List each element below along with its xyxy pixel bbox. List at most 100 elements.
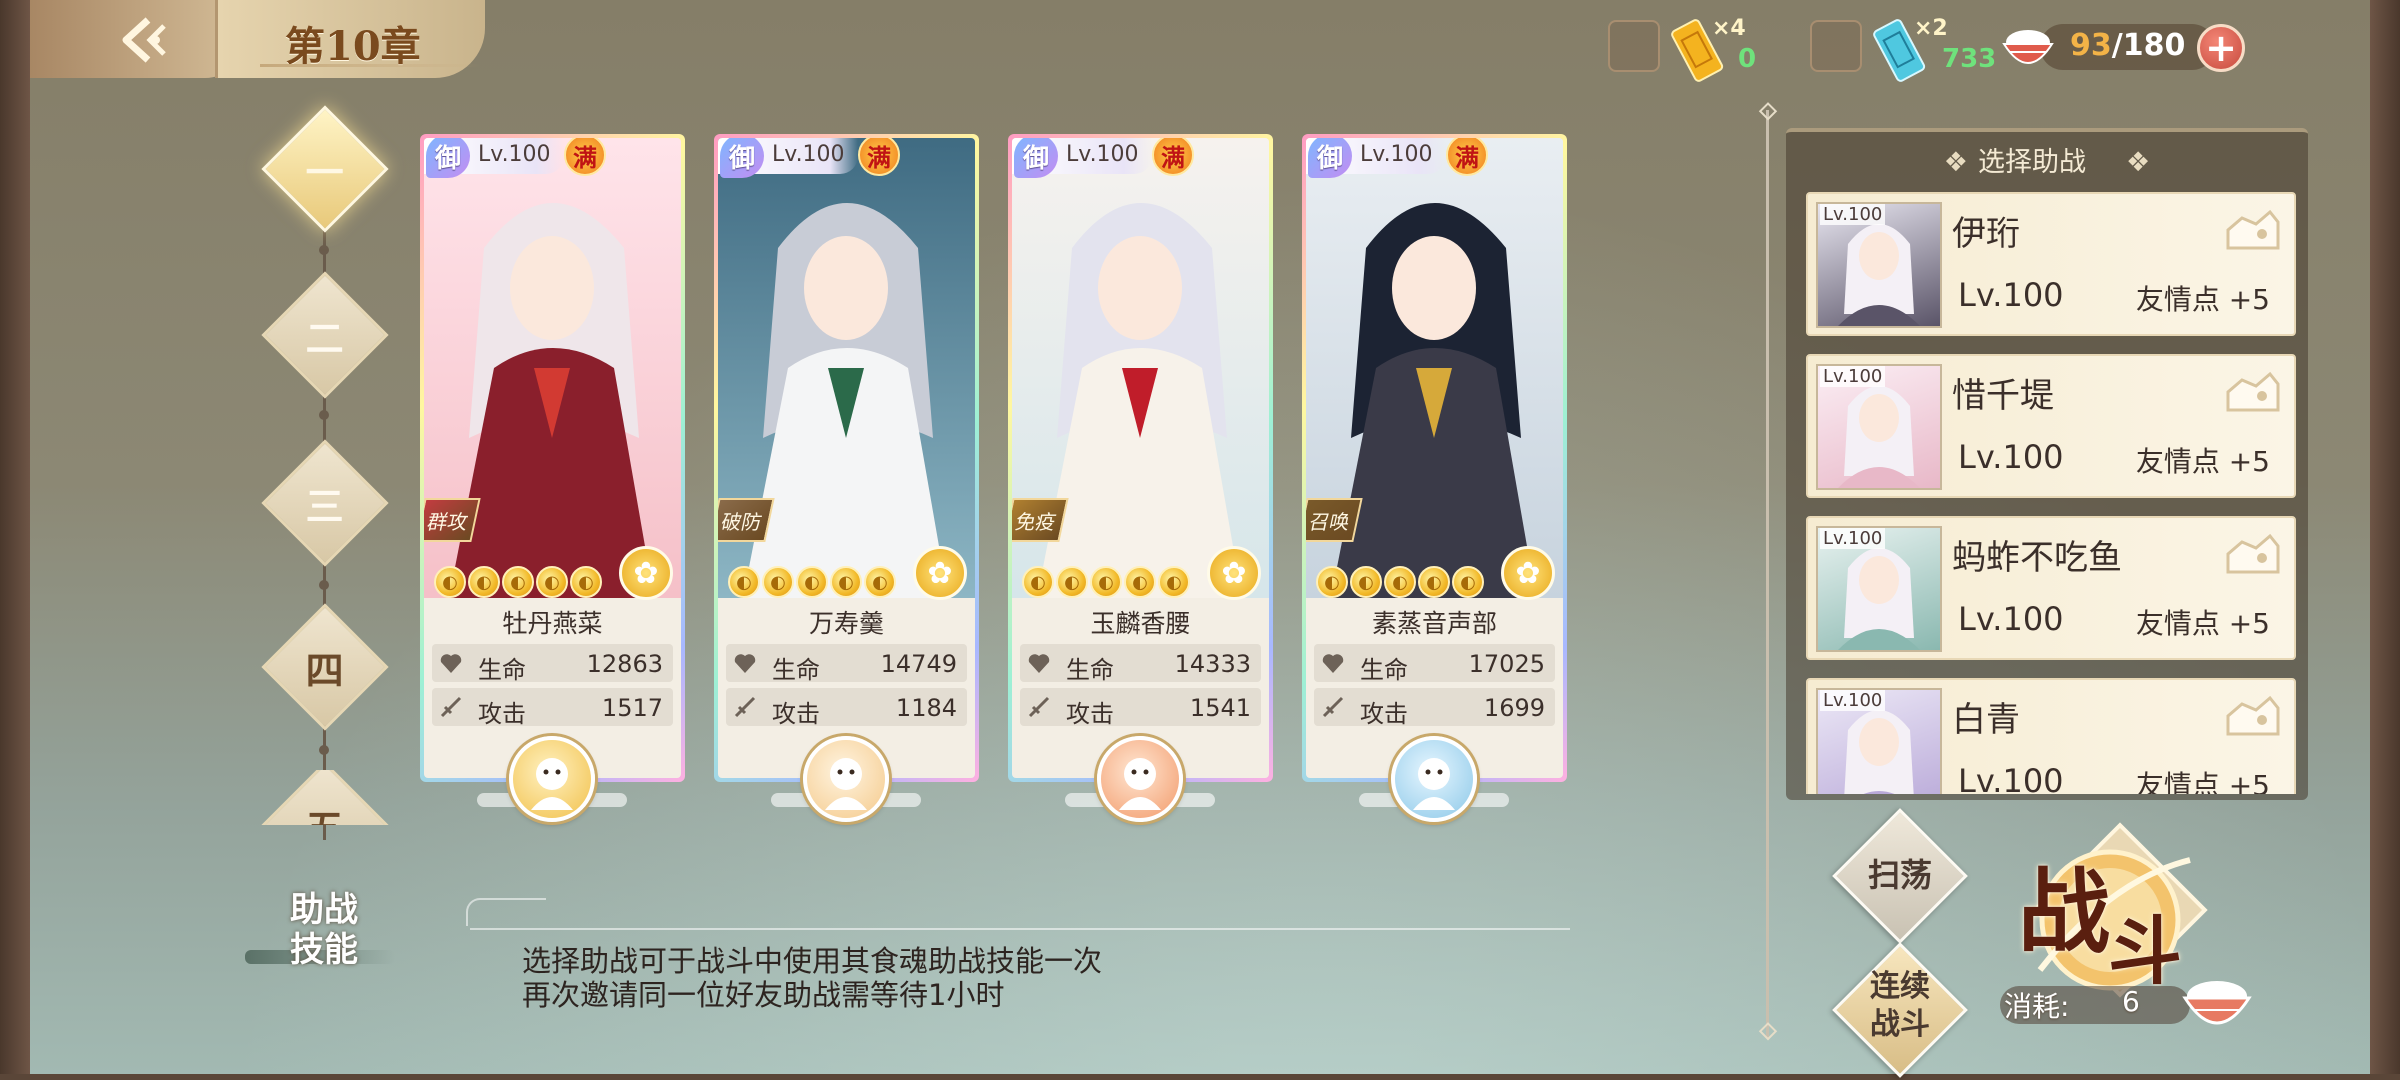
hp-row: 生命 14333 [1020,644,1261,684]
star-rating: ◐ ◐ ◐ ◐ ◐ [1022,566,1190,598]
friend-level: Lv.100 [1958,600,2064,638]
friend-card[interactable]: Lv.100 伊珩 Lv.100 友情点 +5 [1806,192,2296,336]
stamina-value: 93/180 [2070,28,2185,63]
atk-value: 1541 [1189,694,1251,722]
role-badge: 破防 [718,498,775,542]
back-button[interactable] [110,14,190,66]
blue-ticket-count: 733 [1942,44,1997,74]
star-icon: ◐ [762,566,794,598]
chapter-tab-label: 三 [305,483,345,529]
hp-row: 生命 12863 [432,644,673,684]
chapter-tab-5[interactable]: 五 [261,770,389,825]
card-body: 御 Lv.100 满免疫 ◐ ◐ ◐ ◐ ◐ ✿ 玉麟香腰 生命 14333 攻击 1541 [1012,138,1269,778]
atk-label: 攻击 [772,700,820,728]
flower-emblem-icon: ✿ [1501,546,1555,600]
add-friend-icon[interactable] [2220,204,2284,256]
assist-pet-avatar[interactable] [803,736,889,822]
star-icon: ◐ [502,566,534,598]
star-rating: ◐ ◐ ◐ ◐ ◐ [1316,566,1484,598]
hp-value: 14333 [1174,650,1251,678]
add-friend-icon[interactable] [2220,528,2284,580]
blue-ticket-slot[interactable] [1810,20,1862,72]
heart-icon [1026,650,1052,676]
desc-ornament [466,898,546,926]
assist-pet-avatar[interactable] [1391,736,1477,822]
gold-ticket-count: 0 [1738,44,1757,74]
heart-icon [1320,650,1346,676]
friend-card[interactable]: Lv.100 蚂蚱不吃鱼 Lv.100 友情点 +5 [1806,516,2296,660]
gold-ticket-multiplier: ×4 [1712,16,1746,41]
star-icon: ◐ [796,566,828,598]
chapter-tab-label: 二 [305,315,345,361]
gold-ticket-slot[interactable] [1608,20,1660,72]
track-dot [319,245,329,255]
star-icon: ◐ [468,566,500,598]
friend-thumb-level: Lv.100 [1820,366,1886,387]
role-badge: 召唤 [1306,498,1363,542]
back-arrow-icon [122,17,166,63]
friend-name: 白青 [1952,700,2020,740]
friend-list[interactable]: Lv.100 伊珩 Lv.100 友情点 +5 Lv.100 惜千堤 Lv.100 友情点 +… [1800,190,2300,794]
assist-panel-title: ❖ 选择助战 ❖ [1786,140,2308,179]
card-body: 御 Lv.100 满召唤 ◐ ◐ ◐ ◐ ◐ ✿ 素蒸音声部 生命 17025 攻击 1699 [1306,138,1563,778]
assist-skill-label: 技能 [290,930,358,970]
add-friend-icon[interactable] [2220,690,2284,742]
cost-label: 消耗: [2004,990,2070,1023]
star-rating: ◐ ◐ ◐ ◐ ◐ [434,566,602,598]
star-icon: ◐ [1316,566,1348,598]
hp-row: 生命 14749 [726,644,967,684]
continuous-battle-label: 连续 战斗 [1850,968,1950,1044]
hp-label: 生命 [478,656,526,684]
friend-avatar: Lv.100 [1816,364,1942,490]
star-icon: ◐ [728,566,760,598]
pet-sprite-icon [825,758,867,810]
level-text: Lv.100 [478,142,551,167]
role-badge: 群攻 [424,498,481,542]
atk-row: 攻击 1517 [432,688,673,728]
pet-sprite-icon [1119,758,1161,810]
hp-label: 生命 [772,656,820,684]
ornament-icon: ❖ [2126,147,2151,178]
star-icon: ◐ [1452,566,1484,598]
hp-value: 17025 [1468,650,1545,678]
star-icon: ◐ [1158,566,1190,598]
flower-emblem-icon: ✿ [913,546,967,600]
chapter-tab-label: 四 [305,647,345,693]
friend-level: Lv.100 [1958,762,2064,794]
add-friend-icon[interactable] [2220,366,2284,418]
team-member-card[interactable]: 御 Lv.100 满召唤 ◐ ◐ ◐ ◐ ◐ ✿ 素蒸音声部 生命 17025 攻击 1699 [1302,134,1567,782]
left-frame [0,0,30,1080]
friend-thumb-level: Lv.100 [1820,690,1886,711]
friend-thumb-level: Lv.100 [1820,528,1886,549]
star-icon: ◐ [830,566,862,598]
panel-divider [1766,110,1769,1038]
role-badge: 免疫 [1012,498,1069,542]
atk-row: 攻击 1699 [1314,688,1555,728]
assist-pet-avatar[interactable] [509,736,595,822]
star-icon: ◐ [1418,566,1450,598]
friend-card[interactable]: Lv.100 白青 Lv.100 友情点 +5 [1806,678,2296,794]
chapter-tab-label: 一 [305,149,345,195]
friend-thumb-level: Lv.100 [1820,204,1886,225]
team-member-card[interactable]: 御 Lv.100 满破防 ◐ ◐ ◐ ◐ ◐ ✿ 万寿羹 生命 14749 攻击 1184 [714,134,979,782]
pet-sprite-icon [1413,758,1455,810]
flower-emblem-icon: ✿ [1207,546,1261,600]
friend-card[interactable]: Lv.100 惜千堤 Lv.100 友情点 +5 [1806,354,2296,498]
atk-row: 攻击 1541 [1020,688,1261,728]
battle-label-2: 斗 [2108,909,2182,995]
atk-value: 1184 [895,694,957,722]
assist-pet-avatar[interactable] [1097,736,1183,822]
star-rating: ◐ ◐ ◐ ◐ ◐ [728,566,896,598]
team-member-card[interactable]: 御 Lv.100 满免疫 ◐ ◐ ◐ ◐ ◐ ✿ 玉麟香腰 生命 14333 攻击 1541 [1008,134,1273,782]
desc-divider [470,928,1570,930]
stamina-current: 93 [2070,28,2112,63]
heart-icon [732,650,758,676]
add-stamina-button[interactable]: + [2197,24,2245,72]
friend-avatar: Lv.100 [1816,526,1942,652]
star-icon: ◐ [434,566,466,598]
bottom-frame [0,1074,2400,1080]
atk-value: 1699 [1483,694,1545,722]
assist-skill-description: 再次邀请同一位好友助战需等待1小时 [522,978,1005,1012]
team-member-card[interactable]: 御 Lv.100 满群攻 ◐ ◐ ◐ ◐ ◐ ✿ 牡丹燕菜 生命 12863 攻击 1517 [420,134,685,782]
friend-name: 惜千堤 [1952,376,2054,416]
